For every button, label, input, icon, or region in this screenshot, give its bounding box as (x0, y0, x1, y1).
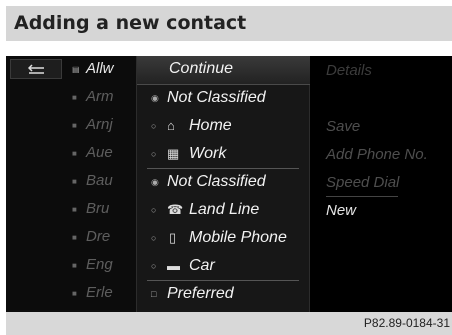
list-item[interactable]: ■ Erle (72, 282, 136, 308)
contact-icon: ■ (72, 261, 77, 270)
home-icon: ⌂ (167, 118, 175, 133)
option-not-classified-phone[interactable]: ◉ Not Classified (137, 169, 311, 197)
contact-icon: ■ (72, 93, 77, 102)
contact-icon: ■ (72, 205, 77, 214)
new-option[interactable]: New (326, 202, 356, 219)
options-menu: Details Save Add Phone No. Speed Dial Ne… (310, 56, 452, 312)
contact-card-icon: ▤ (72, 65, 80, 74)
mobile-phone-icon: ▯ (169, 230, 177, 245)
list-item[interactable]: ■ Dre (72, 226, 136, 252)
back-arrow-icon (28, 64, 44, 74)
back-button[interactable] (10, 59, 62, 79)
contact-icon: ■ (72, 289, 77, 298)
option-home[interactable]: ○ ⌂ Home (137, 113, 311, 141)
radio-icon: ○ (151, 121, 157, 131)
figure-code: P82.89-0184-31 (363, 316, 450, 330)
list-item[interactable]: ■ Bru (72, 198, 136, 224)
speed-dial-option: Speed Dial (326, 174, 400, 191)
figure-footer: P82.89-0184-31 (6, 312, 452, 335)
list-item[interactable]: ■ Aue (72, 142, 136, 168)
radio-icon: ○ (151, 261, 157, 271)
radio-icon: ○ (151, 233, 157, 243)
option-car[interactable]: ○ ▬ Car (137, 253, 311, 281)
checkbox-icon: □ (151, 289, 157, 299)
page-title: Adding a new contact (14, 12, 247, 34)
option-mobile-phone[interactable]: ○ ▯ Mobile Phone (137, 225, 311, 253)
contact-icon: ■ (72, 149, 77, 158)
option-work[interactable]: ○ ▦ Work (137, 141, 311, 169)
car-icon: ▬ (167, 258, 180, 273)
continue-button[interactable]: Continue (137, 56, 311, 85)
list-item[interactable]: ■ Arnj (72, 114, 136, 140)
display-screen: ▤ Allw ■ Arm ■ Arnj ■ Aue ■ Bau ■ Bru ■ Dre ■ En… (6, 56, 452, 312)
add-phone-option: Add Phone No. (326, 146, 428, 163)
list-item[interactable]: ■ Eng (72, 254, 136, 280)
radio-selected-icon: ◉ (151, 93, 159, 103)
radio-icon: ○ (151, 149, 157, 159)
contact-icon: ■ (72, 121, 77, 130)
save-option: Save (326, 118, 361, 135)
list-item[interactable]: ■ Arm (72, 86, 136, 112)
contact-type-menu: Continue ◉ Not Classified ○ ⌂ Home ○ ▦ W… (136, 56, 311, 312)
option-preferred[interactable]: □ Preferred (137, 281, 311, 309)
radio-icon: ○ (151, 205, 157, 215)
header-banner: Adding a new contact (6, 6, 452, 41)
landline-phone-icon: ☎ (167, 202, 184, 217)
radio-selected-icon: ◉ (151, 177, 159, 187)
divider (326, 196, 398, 197)
contact-icon: ■ (72, 233, 77, 242)
option-not-classified-address[interactable]: ◉ Not Classified (137, 85, 311, 113)
details-option: Details (326, 62, 372, 79)
option-land-line[interactable]: ○ ☎ Land Line (137, 197, 311, 225)
list-item[interactable]: ▤ Allw (72, 58, 136, 84)
list-item[interactable]: ■ Bau (72, 170, 136, 196)
work-icon: ▦ (167, 146, 180, 161)
contact-icon: ■ (72, 177, 77, 186)
contact-list: ▤ Allw ■ Arm ■ Arnj ■ Aue ■ Bau ■ Bru ■ Dre ■ En… (6, 56, 136, 312)
